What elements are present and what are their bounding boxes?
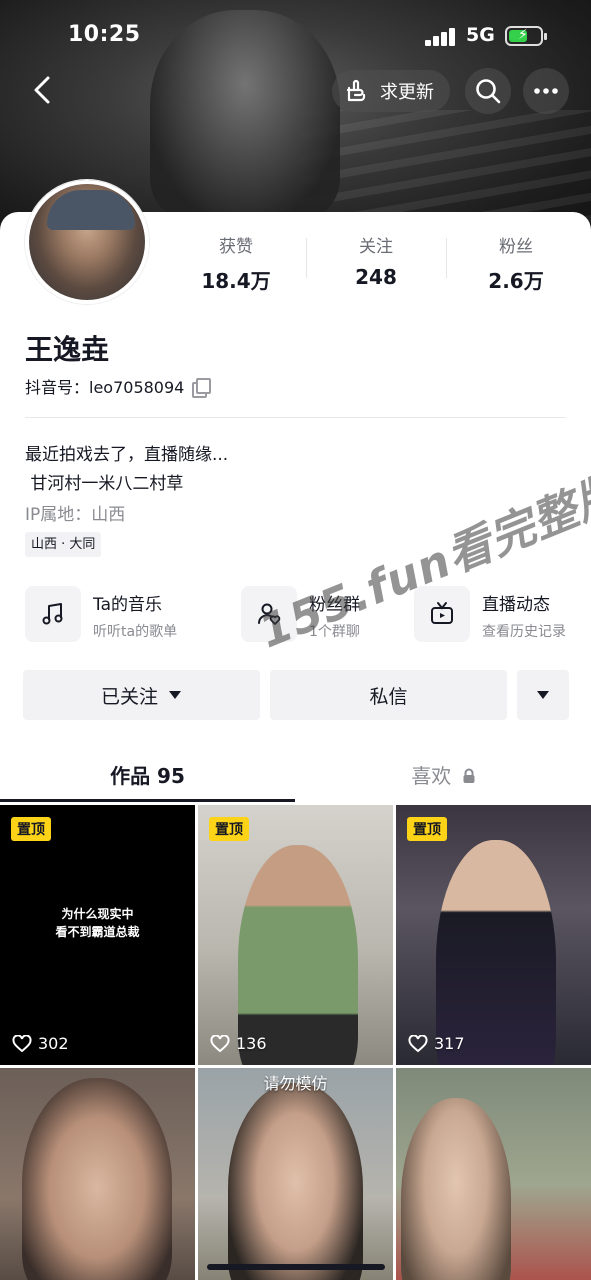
likes-count: 317 (408, 1034, 465, 1053)
bio-line-1: 最近拍戏去了，直播随缘... (25, 445, 229, 465)
stat-following[interactable]: 关注 248 (306, 232, 446, 292)
stat-value: 18.4万 (201, 269, 271, 293)
stat-label: 粉丝 (499, 237, 533, 257)
live-history-entry[interactable]: 直播动态 查看历史记录 (414, 586, 566, 646)
video-thumbnail-person (436, 840, 556, 1065)
content-tabs: 作品 95 喜欢 (0, 748, 591, 804)
tab-works[interactable]: 作品 95 (0, 748, 295, 804)
search-button[interactable] (465, 68, 511, 114)
tab-underline (0, 799, 295, 802)
heart-icon (210, 1034, 230, 1052)
heart-icon (408, 1034, 428, 1052)
battery-icon: ⚡ (505, 26, 547, 46)
caret-down-icon (537, 691, 549, 699)
live-history-title: 直播动态 (482, 595, 550, 615)
music-title: Ta的音乐 (93, 595, 162, 615)
video-tile[interactable]: 置顶 136 (198, 805, 393, 1065)
pinned-badge: 置顶 (407, 817, 447, 841)
followed-label: 已关注 (100, 685, 158, 708)
pinned-badge: 置顶 (11, 817, 51, 841)
video-thumbnail-person (22, 1078, 172, 1280)
heart-icon (12, 1034, 32, 1052)
signal-icon (425, 28, 457, 46)
stats-row: 获赞 18.4万 关注 248 粉丝 2.6万 (166, 232, 586, 293)
network-type: 5G (466, 24, 495, 46)
stat-value: 248 (355, 265, 397, 289)
location-tag[interactable]: 山西 · 大同 (25, 532, 102, 557)
stat-label: 关注 (359, 237, 393, 257)
hand-point-icon (346, 79, 366, 102)
video-tile[interactable] (396, 1068, 591, 1280)
profile-name: 王逸垚 (25, 333, 110, 366)
request-update-button[interactable]: 求更新 (332, 70, 450, 112)
tab-likes[interactable]: 喜欢 (296, 748, 591, 804)
video-tile[interactable]: 请勿模仿 (198, 1068, 393, 1280)
avatar-cap (47, 190, 135, 230)
video-thumbnail-person (228, 1083, 363, 1280)
message-label: 私信 (369, 685, 408, 708)
live-history-subtitle: 查看历史记录 (482, 624, 566, 640)
video-tile[interactable] (0, 1068, 195, 1280)
caret-down-icon (169, 691, 181, 699)
stat-followers[interactable]: 粉丝 2.6万 (446, 232, 586, 293)
stat-label: 获赞 (219, 237, 253, 257)
music-subtitle: 听听ta的歌单 (93, 624, 178, 640)
pinned-badge: 置顶 (209, 817, 249, 841)
likes-count: 136 (210, 1034, 267, 1053)
status-bar: 10:25 5G ⚡ (0, 0, 591, 72)
search-icon (476, 79, 501, 104)
bio-line-2: 甘河村一米八二村草 (25, 474, 184, 494)
video-thumbnail-person (238, 845, 358, 1065)
avatar[interactable] (25, 180, 149, 304)
more-button[interactable] (523, 68, 569, 114)
ip-location: IP属地：山西 (25, 505, 126, 525)
likes-count: 302 (12, 1034, 69, 1053)
chevron-left-icon (34, 76, 50, 104)
video-caption: 为什么现实中 看不到霸道总裁 (55, 907, 140, 939)
followed-button[interactable]: 已关注 (23, 670, 260, 720)
message-button[interactable]: 私信 (270, 670, 507, 720)
tab-likes-label: 喜欢 (411, 764, 452, 788)
lock-icon (463, 768, 475, 783)
copy-icon[interactable] (192, 378, 212, 398)
divider (25, 417, 566, 418)
music-entry[interactable]: Ta的音乐 听听ta的歌单 (25, 586, 177, 646)
video-overlay-text: 请勿模仿 (263, 1074, 328, 1093)
more-dots-icon (534, 88, 558, 94)
stat-likes[interactable]: 获赞 18.4万 (166, 232, 306, 293)
back-button[interactable] (26, 72, 62, 108)
music-note-icon (25, 586, 81, 642)
status-time: 10:25 (68, 22, 141, 47)
video-tile[interactable]: 置顶 317 (396, 805, 591, 1065)
douyin-id: 抖音号：leo7058094 (25, 378, 185, 397)
request-update-label: 求更新 (380, 82, 434, 103)
video-thumbnail-person (401, 1098, 511, 1280)
stat-value: 2.6万 (488, 269, 544, 293)
home-indicator (207, 1264, 385, 1270)
more-options-button[interactable] (517, 670, 569, 720)
douyin-id-row: 抖音号：leo7058094 (25, 374, 212, 398)
video-tile[interactable]: 置顶 为什么现实中 看不到霸道总裁 302 (0, 805, 195, 1065)
